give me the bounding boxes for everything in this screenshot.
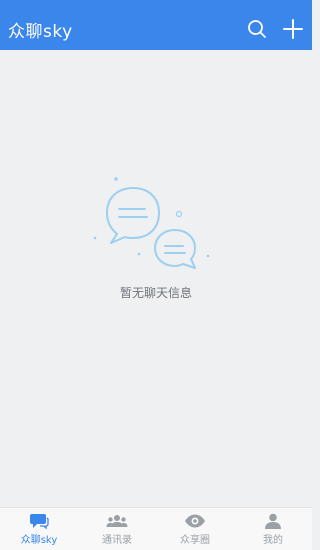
tab-label-chat: 众聊sky (20, 534, 58, 546)
eye-icon (185, 514, 205, 527)
header-actions (246, 18, 304, 40)
empty-message: 暂无聊天信息 (119, 286, 192, 300)
tab-label-profile: 我的 (263, 534, 283, 546)
chat-bubbles-icon (93, 177, 210, 269)
tab-chat[interactable]: 众聊sky (0, 508, 78, 550)
page-title: 众聊sky (8, 21, 73, 42)
plus-icon (283, 19, 303, 39)
empty-state: 暂无聊天信息 (0, 176, 312, 301)
app-window: 众聊sky 暂无聊天信息 众聊sky 通讯录 众享圈 我的 (0, 0, 312, 550)
add-button[interactable] (282, 18, 304, 40)
app-header: 众聊sky (0, 0, 312, 50)
search-icon (248, 20, 266, 38)
chat-bubble-icon (30, 513, 49, 529)
tab-contacts[interactable]: 通讯录 (78, 508, 156, 550)
search-button[interactable] (246, 18, 268, 40)
tab-label-moments: 众享圈 (180, 534, 210, 546)
tab-label-contacts: 通讯录 (102, 534, 132, 546)
bottom-tab-bar: 众聊sky 通讯录 众享圈 我的 (0, 507, 312, 550)
tab-moments[interactable]: 众享圈 (156, 508, 234, 550)
contacts-icon (106, 514, 128, 527)
user-icon (265, 513, 281, 529)
tab-profile[interactable]: 我的 (234, 508, 312, 550)
chat-list-area[interactable]: 暂无聊天信息 (0, 50, 312, 507)
